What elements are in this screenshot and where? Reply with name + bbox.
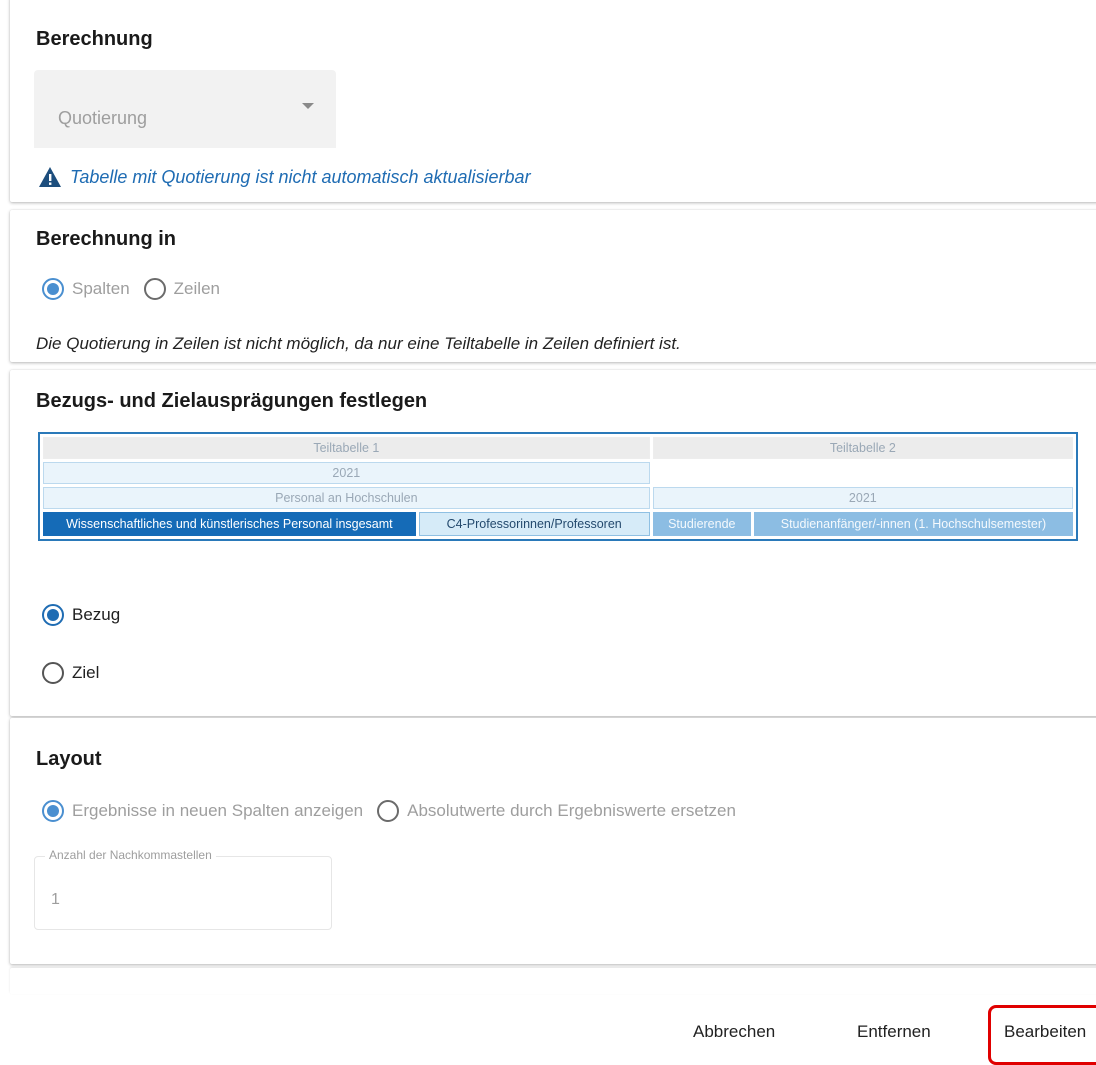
decimals-field[interactable]: Anzahl der Nachkommastellen 1 bbox=[34, 848, 332, 930]
radio-replace-values-label: Absolutwerte durch Ergebniswerte ersetze… bbox=[407, 801, 736, 820]
warning-icon bbox=[39, 167, 61, 187]
radio-new-columns[interactable] bbox=[42, 800, 64, 822]
radio-zeilen-label: Zeilen bbox=[173, 279, 220, 298]
next-card-partial bbox=[10, 968, 1096, 994]
layout-card: Layout Ergebnisse in neuen Spalten anzei… bbox=[10, 718, 1096, 964]
bezug-radio-row: Bezug bbox=[42, 604, 132, 626]
decimals-field-label: Anzahl der Nachkommastellen bbox=[45, 848, 216, 862]
cancel-button[interactable]: Abbrechen bbox=[693, 1022, 775, 1042]
decimals-field-value: 1 bbox=[51, 891, 60, 908]
header-year-1: 2021 bbox=[43, 462, 650, 484]
header-year-2: 2021 bbox=[652, 487, 1073, 509]
calculation-select[interactable]: Quotierung bbox=[34, 70, 336, 148]
column-cell-studierende[interactable]: Studierende bbox=[652, 512, 751, 536]
header-teiltabelle-1: Teiltabelle 1 bbox=[43, 437, 650, 459]
dropdown-arrow-icon bbox=[302, 103, 314, 109]
radio-replace-values[interactable] bbox=[377, 800, 400, 822]
header-group: Personal an Hochschulen bbox=[43, 487, 650, 509]
column-cell-wissenschaftliches-personal[interactable]: Wissenschaftliches und künstlerisches Pe… bbox=[43, 512, 416, 536]
radio-spalten-label: Spalten bbox=[72, 279, 130, 298]
radio-bezug[interactable] bbox=[42, 604, 64, 626]
berechnung-in-card: Berechnung in Spalten Zeilen Die Quotier… bbox=[10, 210, 1096, 362]
radio-ziel-label: Ziel bbox=[72, 663, 100, 682]
orientation-note: Die Quotierung in Zeilen ist nicht mögli… bbox=[36, 334, 681, 353]
header-blank bbox=[652, 462, 1073, 484]
berechnung-in-title: Berechnung in bbox=[36, 228, 177, 250]
bezug-card: Bezugs- und Zielausprägungen festlegen T… bbox=[10, 370, 1096, 716]
warning-message: Tabelle mit Quotierung ist nicht automat… bbox=[38, 166, 531, 188]
layout-title: Layout bbox=[36, 748, 102, 770]
orientation-radio-group: Spalten Zeilen bbox=[42, 278, 232, 300]
radio-zeilen[interactable] bbox=[143, 278, 166, 300]
radio-bezug-label: Bezug bbox=[72, 605, 121, 624]
bezug-title: Bezugs- und Zielausprägungen festlegen bbox=[36, 390, 428, 412]
column-cell-c4-professoren[interactable]: C4-Professorinnen/Professoren bbox=[418, 512, 650, 536]
warning-text: Tabelle mit Quotierung ist nicht automat… bbox=[70, 166, 531, 187]
radio-new-columns-label: Ergebnisse in neuen Spalten anzeigen bbox=[72, 801, 364, 820]
column-cell-studienanfaenger[interactable]: Studienanfänger/-innen (1. Hochschulseme… bbox=[753, 512, 1073, 536]
remove-button[interactable]: Entfernen bbox=[857, 1022, 931, 1042]
partial-tables-grid: Teiltabelle 1 Teiltabelle 2 2021 Persona… bbox=[38, 432, 1078, 541]
radio-ziel[interactable] bbox=[42, 662, 64, 684]
calculation-select-value: Quotierung bbox=[58, 108, 148, 128]
ziel-radio-row: Ziel bbox=[42, 662, 111, 684]
layout-radio-group: Ergebnisse in neuen Spalten anzeigen Abs… bbox=[42, 800, 748, 822]
edit-button-highlight bbox=[988, 1005, 1096, 1065]
radio-spalten[interactable] bbox=[42, 278, 64, 300]
berechnung-card: Berechnung Quotierung Tabelle mit Quotie… bbox=[10, 0, 1096, 202]
berechnung-title: Berechnung bbox=[36, 28, 153, 50]
header-teiltabelle-2: Teiltabelle 2 bbox=[652, 437, 1073, 459]
